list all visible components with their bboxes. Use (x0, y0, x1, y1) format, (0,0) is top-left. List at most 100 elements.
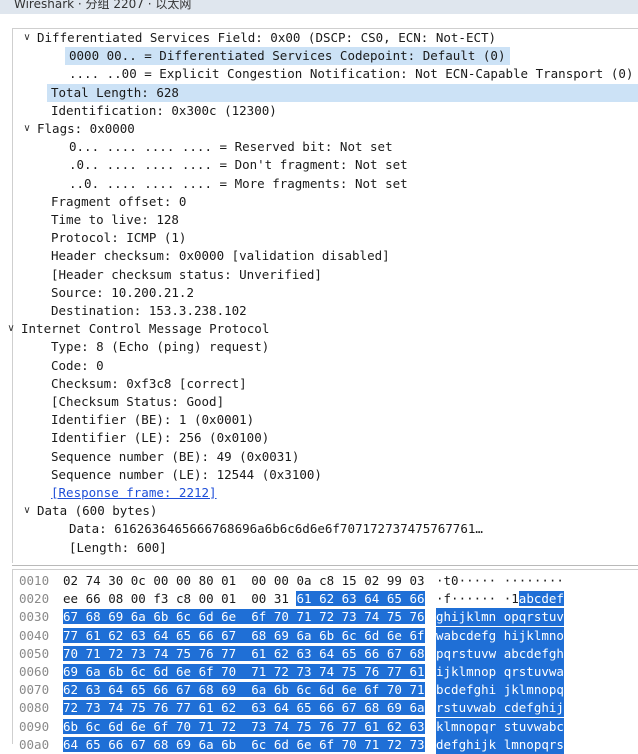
tree-item[interactable]: Identifier (BE): 1 (0x0001) (51, 411, 254, 429)
hex-byte[interactable]: 71 (296, 609, 312, 625)
hex-byte[interactable]: 62 (319, 591, 335, 607)
hex-row[interactable]: 0020 ee 66 08 00 f3 c8 00 01 00 31 61 62 … (13, 590, 638, 608)
tree-item[interactable]: Sequence number (LE): 12544 (0x3100) (51, 466, 322, 484)
tree-item[interactable]: Identifier (LE): 256 (0x0100) (51, 429, 269, 447)
hex-byte[interactable]: 77 (341, 718, 357, 734)
hex-ascii[interactable]: ·t0····· ········ (436, 572, 564, 590)
hex-bytes[interactable]: 77 61 62 63 64 65 66 67 68 69 6a 6b 6c 6… (63, 627, 425, 645)
hex-row[interactable]: 0010 02 74 30 0c 00 00 80 01 00 00 0a c8 … (13, 572, 638, 590)
hex-byte[interactable]: 70 (175, 718, 192, 734)
hex-byte[interactable]: 6c (251, 736, 267, 752)
tree-item[interactable]: Flags: 0x0000 (37, 120, 135, 138)
tree-item[interactable]: 0... .... .... .... = Reserved bit: Not … (69, 138, 393, 156)
hex-byte[interactable]: 73 (130, 645, 146, 661)
hex-byte[interactable]: 77 (63, 627, 79, 643)
hex-byte[interactable]: 63 (409, 718, 425, 734)
hex-byte[interactable]: 68 (251, 627, 267, 643)
tree-item[interactable]: .0.. .... .... .... = Don't fragment: No… (69, 156, 408, 174)
hex-byte[interactable]: 6a (296, 627, 312, 643)
hex-byte[interactable]: 63 (296, 645, 312, 661)
hex-byte[interactable]: 0a (296, 573, 311, 588)
hex-byte[interactable]: 6a (198, 736, 214, 752)
hex-byte[interactable]: 72 (108, 645, 124, 661)
hex-bytes[interactable]: 6b 6c 6d 6e 6f 70 71 72 73 74 75 76 77 6… (63, 718, 425, 736)
hex-byte[interactable]: 6e (175, 664, 192, 679)
hex-byte[interactable]: 6b (221, 736, 237, 752)
pane-divider[interactable] (12, 565, 638, 566)
hex-byte[interactable]: 67 (63, 609, 79, 625)
hex-row[interactable]: 0060 69 6a 6b 6c 6d 6e 6f 70 71 72 73 74 … (13, 663, 638, 681)
hex-byte[interactable]: 6b (108, 664, 124, 679)
hex-row[interactable]: 0030 67 68 69 6a 6b 6c 6d 6e 6f 70 71 72 … (13, 608, 638, 627)
hex-byte[interactable]: 63 (130, 627, 146, 643)
tree-item[interactable]: Code: 0 (51, 357, 104, 375)
hex-byte[interactable]: 74 (86, 573, 101, 588)
tree-item[interactable]: Protocol: ICMP (1) (51, 229, 186, 247)
tree-item[interactable]: Total Length: 628 (47, 83, 638, 102)
hex-byte[interactable]: 6a (409, 700, 425, 716)
hex-byte[interactable]: 61 (251, 645, 267, 661)
tree-item[interactable]: Source: 10.200.21.2 (51, 284, 194, 302)
hex-byte[interactable]: 6d (319, 682, 335, 698)
hex-byte[interactable]: 76 (364, 664, 380, 679)
hex-byte[interactable]: 6f (153, 718, 169, 734)
hex-byte[interactable]: 65 (386, 591, 402, 607)
tree-item[interactable]: Header checksum: 0x0000 [validation disa… (51, 247, 390, 265)
tree-item[interactable]: Internet Control Message Protocol (21, 320, 269, 338)
hex-byte[interactable]: 67 (130, 736, 146, 752)
hex-byte[interactable]: 6d (108, 718, 124, 734)
hex-byte[interactable]: 68 (364, 700, 380, 716)
hex-byte[interactable]: 61 (409, 664, 425, 679)
hex-byte[interactable]: 74 (273, 718, 289, 734)
packet-details-tree[interactable]: ∨ Differentiated Services Field: 0x00 (DS… (7, 28, 638, 563)
hex-byte[interactable]: 75 (130, 700, 146, 716)
expand-arrow-icon[interactable]: ∨ (21, 502, 33, 520)
hex-byte[interactable]: 75 (386, 609, 402, 625)
response-frame-link[interactable]: [Response frame: 2212] (51, 485, 217, 500)
hex-byte[interactable]: 61 (198, 700, 214, 716)
hex-byte[interactable]: 00 (274, 573, 289, 588)
hex-byte[interactable]: 75 (341, 664, 357, 679)
tree-item[interactable]: Data: 6162636465666768696a6b6c6d6e6f7071… (69, 520, 483, 538)
tree-item[interactable]: .... ..00 = Explicit Congestion Notifica… (69, 65, 633, 83)
hex-byte[interactable]: c8 (319, 573, 334, 588)
hex-byte[interactable]: 64 (63, 736, 79, 752)
tree-item[interactable]: [Header checksum status: Unverified] (51, 266, 322, 284)
hex-byte[interactable]: 66 (409, 591, 425, 607)
hex-byte[interactable]: 03 (409, 573, 424, 588)
hex-byte[interactable]: 00 (199, 591, 214, 606)
hex-byte[interactable]: 6f (364, 682, 380, 698)
hex-byte[interactable]: 76 (198, 645, 214, 661)
tree-item[interactable]: Identification: 0x300c (12300) (51, 102, 277, 120)
tree-item[interactable]: Type: 8 (Echo (ping) request) (51, 338, 269, 356)
hex-byte[interactable]: 65 (85, 736, 101, 752)
hex-byte[interactable]: 73 (341, 609, 357, 625)
hex-row[interactable]: 0090 6b 6c 6d 6e 6f 70 71 72 73 74 75 76 … (13, 717, 638, 736)
hex-byte[interactable]: 00 (176, 573, 191, 588)
hex-byte[interactable]: 69 (175, 736, 192, 752)
tree-item[interactable]: Differentiated Services Field: 0x00 (DSC… (37, 29, 496, 47)
hex-byte[interactable]: c8 (176, 591, 191, 606)
hex-byte[interactable]: 0c (131, 573, 146, 588)
hex-bytes[interactable]: 67 68 69 6a 6b 6c 6d 6e 6f 70 71 72 73 7… (63, 608, 425, 626)
hex-ascii[interactable]: rstuvwab cdefghij (436, 699, 564, 718)
tree-item[interactable]: Sequence number (BE): 49 (0x0031) (51, 448, 299, 466)
hex-row[interactable]: 0050 70 71 72 73 74 75 76 77 61 62 63 64 … (13, 644, 638, 663)
hex-byte[interactable]: 6c (85, 718, 101, 734)
hex-bytes[interactable]: ee 66 08 00 f3 c8 00 01 00 31 61 62 63 6… (63, 590, 425, 608)
hex-byte[interactable]: 6b (153, 609, 169, 625)
hex-byte[interactable]: 00 (131, 591, 146, 606)
hex-byte[interactable]: 6c (341, 627, 357, 643)
hex-byte[interactable]: 73 (85, 700, 101, 716)
hex-byte[interactable]: 69 (221, 682, 237, 698)
hex-byte[interactable]: 66 (319, 700, 335, 716)
expand-arrow-icon[interactable]: ∨ (21, 29, 33, 47)
hex-byte[interactable]: 6b (273, 682, 289, 698)
hex-byte[interactable]: 65 (175, 627, 192, 643)
hex-byte[interactable]: 63 (85, 682, 101, 698)
hex-bytes[interactable]: 64 65 66 67 68 69 6a 6b 6c 6d 6e 6f 70 7… (63, 736, 425, 754)
hex-byte[interactable]: 62 (386, 718, 402, 734)
hex-byte[interactable]: 64 (364, 591, 380, 607)
hex-byte[interactable]: 66 (364, 645, 380, 661)
hex-byte[interactable]: 71 (364, 736, 380, 752)
